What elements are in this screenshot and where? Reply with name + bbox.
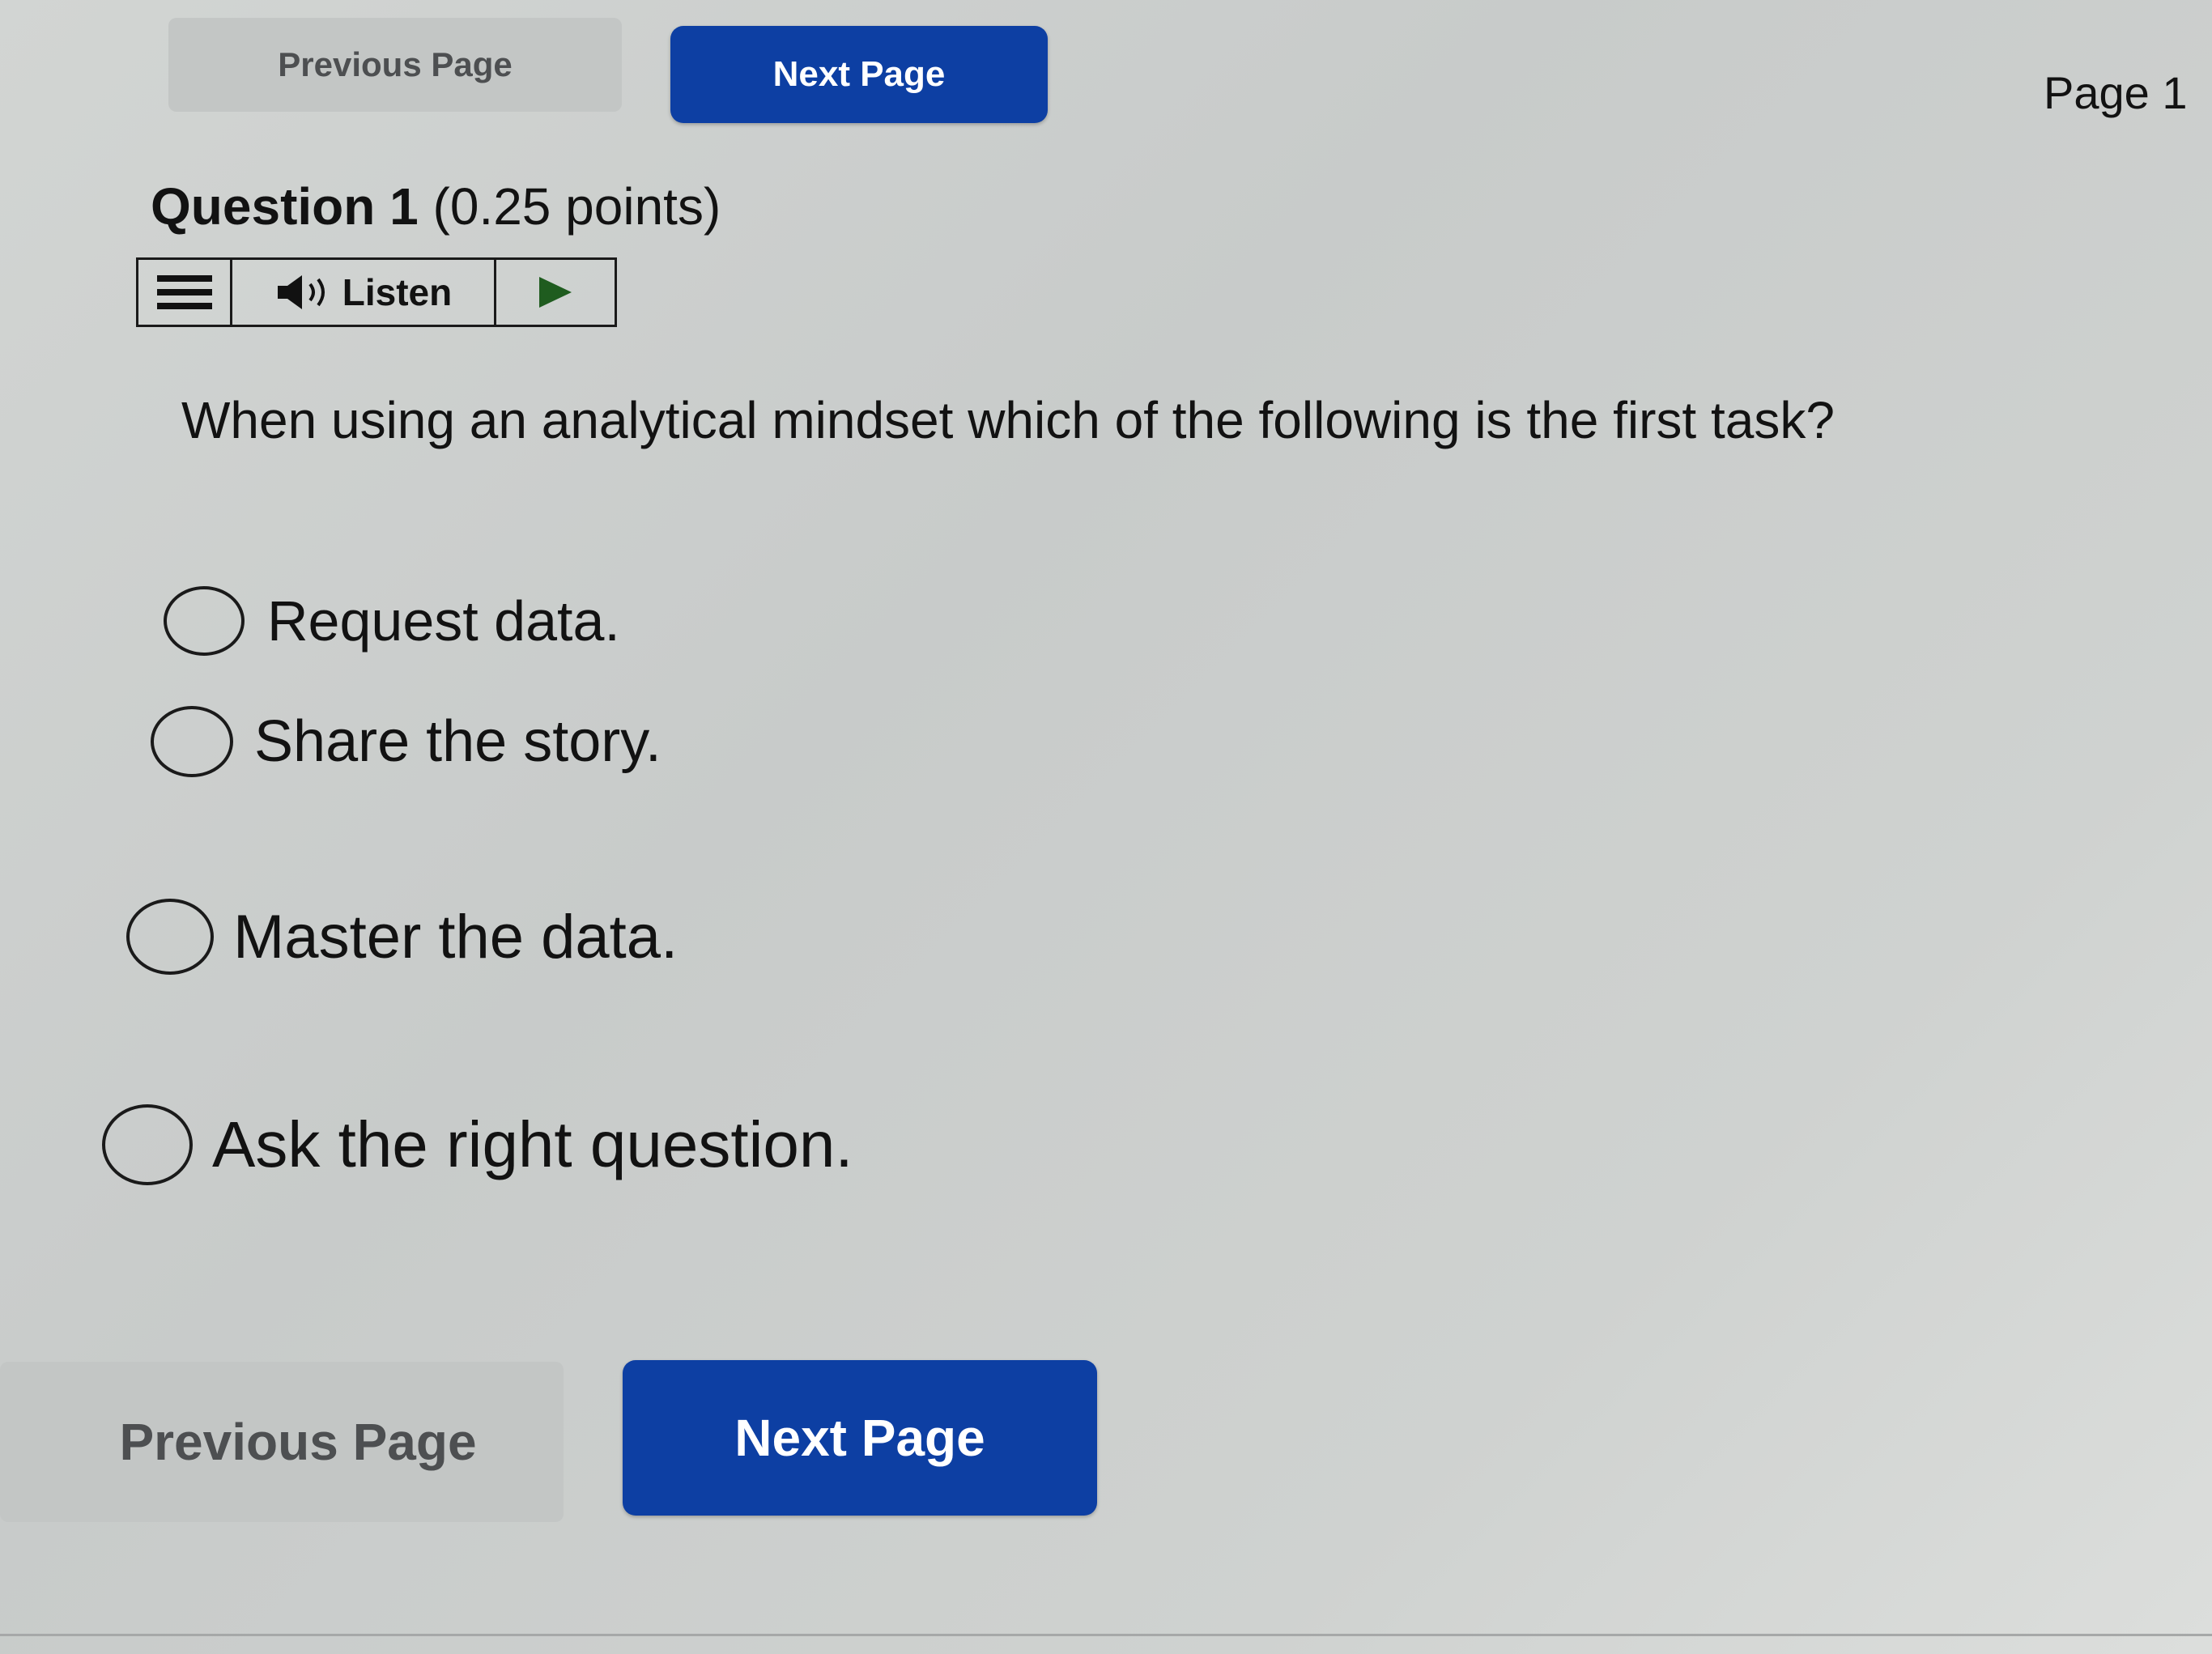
option-label: Share the story. <box>254 709 661 774</box>
answer-option-ask-right-question[interactable]: Ask the right question. <box>102 1104 853 1185</box>
next-page-button-bottom[interactable]: Next Page <box>623 1360 1097 1516</box>
question-heading: Question 1 (0.25 points) <box>151 176 721 236</box>
answer-option-share-story[interactable]: Share the story. <box>151 706 661 777</box>
previous-page-button-top[interactable]: Previous Page <box>168 18 622 112</box>
question-text: When using an analytical mindset which o… <box>181 391 1835 449</box>
radio-button[interactable] <box>151 706 233 777</box>
divider <box>0 1634 2212 1636</box>
radio-button[interactable] <box>164 586 245 656</box>
listen-button[interactable]: Listen <box>232 260 496 325</box>
radio-button[interactable] <box>126 899 214 975</box>
listen-toolbar: Listen <box>136 257 617 327</box>
hamburger-menu-icon <box>156 275 212 309</box>
option-label: Master the data. <box>233 902 678 972</box>
toolbar-menu-button[interactable] <box>138 260 232 325</box>
page-indicator: Page 1 <box>2044 67 2188 118</box>
answer-option-request-data[interactable]: Request data. <box>164 586 620 656</box>
play-icon <box>539 277 572 308</box>
question-points: (0.25 points) <box>432 177 721 236</box>
speaker-icon <box>277 275 325 309</box>
answer-option-master-data[interactable]: Master the data. <box>126 899 678 975</box>
option-label: Ask the right question. <box>212 1108 853 1180</box>
question-number: Question 1 <box>151 177 419 236</box>
next-page-button-top[interactable]: Next Page <box>670 26 1048 123</box>
option-label: Request data. <box>267 589 620 653</box>
listen-label: Listen <box>342 271 453 313</box>
radio-button[interactable] <box>102 1104 193 1185</box>
play-button[interactable] <box>496 260 615 325</box>
previous-page-button-bottom[interactable]: Previous Page <box>0 1362 564 1522</box>
